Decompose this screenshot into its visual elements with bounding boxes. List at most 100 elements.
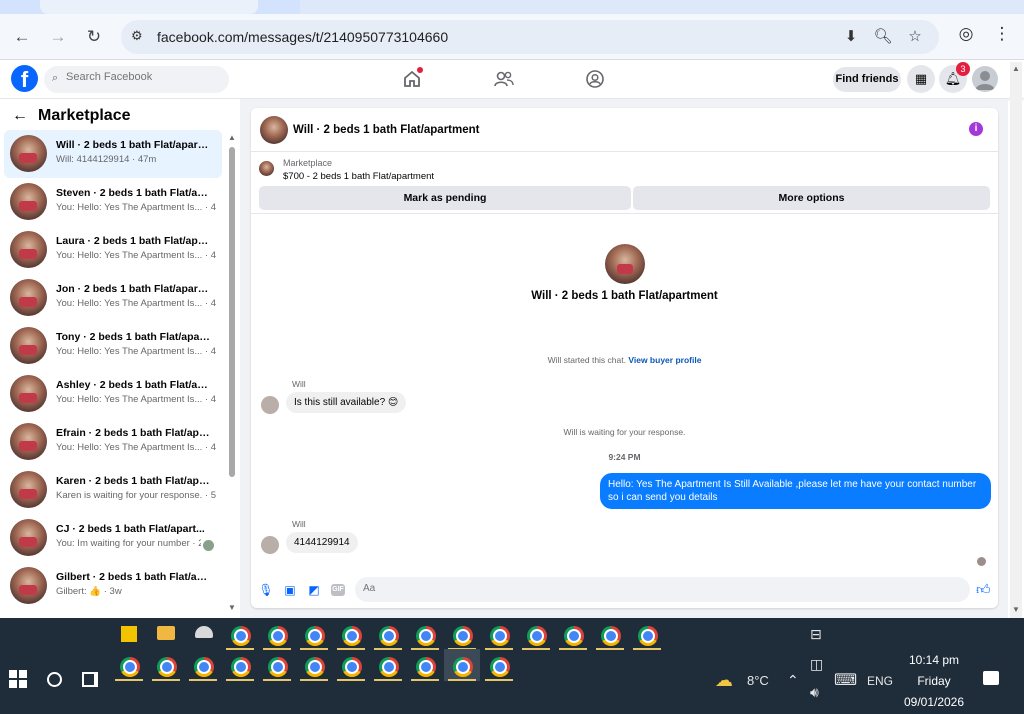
forward-icon[interactable]: → [45, 24, 71, 50]
scroll-thumb[interactable] [229, 147, 235, 477]
mark-as-pending-button[interactable]: Mark as pending [259, 186, 631, 210]
account-avatar[interactable] [972, 66, 998, 92]
keyboard-icon[interactable]: ⌨ [834, 670, 857, 690]
language-indicator[interactable]: ENG [867, 674, 893, 688]
back-icon[interactable]: ← [9, 24, 35, 50]
chrome-icon[interactable] [490, 657, 510, 677]
marketplace-inbox: ← Marketplace Will · 2 beds 1 bath Flat/… [0, 99, 240, 618]
page-scrollbar[interactable]: ▲ ▼ [1010, 62, 1022, 618]
browser-tab[interactable] [40, 0, 258, 14]
snipping-tool-icon[interactable] [195, 626, 213, 638]
conversation-item[interactable]: Karen · 2 beds 1 bath Flat/apart... Kare… [4, 466, 222, 514]
sender-avatar[interactable] [261, 396, 279, 414]
reload-icon[interactable]: ↻ [81, 24, 107, 50]
chrome-icon[interactable] [453, 657, 473, 677]
meet-now-icon[interactable]: ◫ [810, 656, 823, 673]
windows-start-icon[interactable] [9, 670, 27, 688]
file-explorer-icon[interactable] [157, 626, 175, 640]
chrome-icon[interactable] [268, 657, 288, 677]
back-arrow-icon[interactable]: ← [12, 107, 28, 125]
weather-icon[interactable]: ☁ [715, 670, 733, 691]
chrome-icon[interactable] [453, 626, 473, 646]
facebook-logo-icon[interactable]: f [11, 65, 38, 92]
windows-taskbar: ⊟ ◫ ☁ 8°C ⌃ 🔊︎ ⌨ ENG 10:14 pm Friday 09/… [0, 618, 1024, 714]
address-bar[interactable]: ⚙ facebook.com/messages/t/21409507731046… [121, 20, 939, 54]
outgoing-message[interactable]: Hello: Yes The Apartment Is Still Availa… [600, 473, 991, 509]
chrome-icon[interactable] [527, 626, 547, 646]
conversation-item[interactable]: Tony · 2 beds 1 bath Flat/apart... You: … [4, 322, 222, 370]
chrome-icon[interactable] [231, 626, 251, 646]
search-input[interactable] [66, 71, 216, 83]
task-view-icon[interactable] [82, 672, 98, 687]
action-center-icon[interactable] [983, 671, 999, 685]
search-circle-icon[interactable] [47, 672, 62, 687]
chrome-icon[interactable] [120, 657, 140, 677]
conversation-item[interactable]: Steven · 2 beds 1 bath Flat/apar... You:… [4, 178, 222, 226]
chat-title[interactable]: Will · 2 beds 1 bath Flat/apartment [293, 124, 479, 136]
chrome-icon[interactable] [490, 626, 510, 646]
conversation-item[interactable]: Laura · 2 beds 1 bath Flat/apart... You:… [4, 226, 222, 274]
incoming-message[interactable]: Is this still available? 😊 [286, 392, 407, 413]
message-field[interactable]: ☺ [355, 577, 970, 602]
chrome-icon[interactable] [305, 626, 325, 646]
url-text[interactable]: facebook.com/messages/t/2140950773104660 [157, 29, 448, 45]
chat-avatar[interactable] [260, 116, 288, 144]
more-options-button[interactable]: More options [633, 186, 990, 210]
taskbar-clock[interactable]: 10:14 pm Friday 09/01/2026 [896, 650, 972, 713]
microphone-icon[interactable]: 🎙︎ [258, 582, 274, 598]
conversation-item[interactable]: Jon · 2 beds 1 bath Flat/apartm... You: … [4, 274, 222, 322]
view-buyer-profile-link[interactable]: View buyer profile [628, 355, 701, 365]
scroll-down-icon[interactable]: ▼ [228, 603, 236, 612]
cover-avatar[interactable] [605, 244, 645, 284]
chrome-icon[interactable] [342, 657, 362, 677]
incoming-message[interactable]: 4144129914 [286, 532, 358, 553]
chrome-icon[interactable] [342, 626, 362, 646]
chevron-up-icon[interactable]: ⌃ [787, 672, 799, 689]
chrome-icon[interactable] [268, 626, 288, 646]
sticker-icon[interactable]: ◩ [306, 582, 322, 598]
chrome-icon[interactable] [231, 657, 251, 677]
facebook-search[interactable]: ⌕ [44, 66, 229, 93]
install-app-icon[interactable]: ⬇ [841, 27, 861, 47]
conversation-item[interactable]: Ashley · 2 beds 1 bath Flat/apar... You:… [4, 370, 222, 418]
chrome-icon[interactable] [379, 626, 399, 646]
scroll-up-icon[interactable]: ▲ [228, 133, 236, 142]
chrome-icon[interactable] [416, 626, 436, 646]
profile-icon[interactable]: ◎ [953, 24, 979, 50]
sticky-notes-icon[interactable] [121, 626, 137, 642]
like-thumb-icon[interactable]: 👍︎ [976, 581, 991, 598]
listing-price[interactable]: $700 - 2 beds 1 bath Flat/apartment [283, 171, 434, 182]
scroll-down-icon[interactable]: ▼ [1012, 605, 1020, 614]
message-input[interactable] [363, 583, 923, 594]
weather-temp[interactable]: 8°C [747, 673, 769, 688]
chrome-icon[interactable] [305, 657, 325, 677]
chrome-icon[interactable] [638, 626, 658, 646]
groups-icon[interactable] [585, 69, 607, 91]
menu-grid-icon[interactable]: ▦ [907, 65, 935, 93]
info-icon[interactable]: i [969, 122, 983, 136]
chrome-icon[interactable] [564, 626, 584, 646]
conversation-item[interactable]: Gilbert · 2 beds 1 bath Flat/apa... Gilb… [4, 562, 222, 610]
browser-menu-icon[interactable]: ⋮ [989, 24, 1015, 50]
home-icon[interactable] [402, 67, 424, 91]
chrome-icon[interactable] [416, 657, 436, 677]
chrome-icon[interactable] [379, 657, 399, 677]
photo-icon[interactable]: ▣ [282, 582, 298, 598]
inbox-scrollbar[interactable]: ▲ ▼ [228, 133, 236, 612]
conversation-item[interactable]: CJ · 2 beds 1 bath Flat/apart... You: Im… [4, 514, 222, 562]
chrome-icon[interactable] [157, 657, 177, 677]
gif-icon[interactable]: GIF [331, 584, 345, 596]
site-settings-icon[interactable]: ⚙ [131, 28, 149, 46]
friends-icon[interactable] [493, 69, 515, 91]
network-display-icon[interactable]: ⊟ [810, 626, 822, 643]
sender-avatar[interactable] [261, 536, 279, 554]
volume-icon[interactable]: 🔊︎ [810, 684, 819, 701]
conversation-item[interactable]: Will · 2 beds 1 bath Flat/apartm... Will… [4, 130, 222, 178]
chrome-icon[interactable] [194, 657, 214, 677]
conversation-item[interactable]: Efrain · 2 beds 1 bath Flat/apart... You… [4, 418, 222, 466]
bookmark-star-icon[interactable]: ☆ [905, 27, 925, 47]
scroll-up-icon[interactable]: ▲ [1012, 64, 1020, 73]
find-friends-button[interactable]: Find friends [833, 67, 901, 92]
chrome-icon[interactable] [601, 626, 621, 646]
zoom-icon[interactable]: 🔍︎ [873, 27, 893, 47]
